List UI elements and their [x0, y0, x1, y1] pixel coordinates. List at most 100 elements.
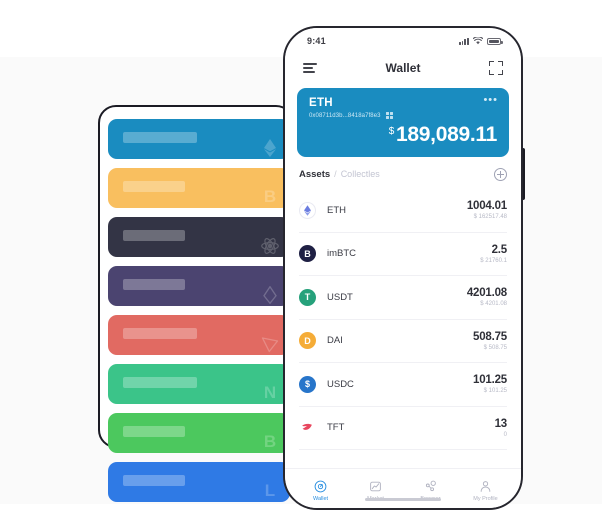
asset-values: 2.5 $ 21760.1	[480, 244, 507, 264]
asset-values: 13 0	[494, 417, 508, 438]
wallet-card[interactable]	[108, 266, 290, 306]
wallet-card-list: B N B L	[108, 119, 290, 502]
hamburger-menu-icon[interactable]	[303, 63, 317, 73]
scan-qr-icon[interactable]	[489, 61, 503, 75]
wallet-card-label-placeholder	[123, 181, 185, 192]
asset-symbol: USDC	[327, 378, 354, 390]
tab-assets[interactable]: Assets	[299, 169, 330, 180]
asset-fiat-value: $ 508.75	[483, 344, 507, 351]
nav-item-my-profile[interactable]: My Profile	[458, 480, 513, 502]
usdc-token-icon: $	[299, 375, 316, 393]
assets-tabs: Assets / Collectles	[299, 169, 380, 180]
tab-separator: /	[334, 169, 337, 179]
wifi-icon	[473, 37, 483, 45]
asset-symbol: DAI	[327, 335, 343, 347]
app-header: Wallet	[285, 54, 521, 82]
wallet-nav-icon	[314, 480, 327, 493]
home-indicator	[365, 497, 441, 501]
assets-list: ETH 1004.01 $ 162517.48 BimBTC 2.5 $ 21760.1 T…	[285, 189, 521, 468]
nas-icon: N	[263, 383, 277, 402]
asset-amount: 13	[494, 417, 508, 430]
wallet-card[interactable]: N	[108, 364, 290, 404]
asset-values: 1004.01 $ 162517.48	[467, 200, 507, 220]
asset-values: 101.25 $ 101.25	[473, 374, 507, 394]
asset-symbol: USDT	[327, 291, 353, 303]
wallet-card-label-placeholder	[123, 475, 185, 486]
usdt-token-icon: T	[299, 288, 316, 306]
bottom-navigation: WalletMarketBrowserMy Profile	[285, 468, 521, 508]
asset-fiat-value: $ 101.25	[483, 388, 507, 395]
nav-item-label: My Profile	[473, 495, 498, 502]
wallet-card-label-placeholder	[123, 132, 197, 143]
wallet-address-row[interactable]: 0x08711d3b...8418a7f8e3	[309, 112, 497, 119]
asset-row[interactable]: TFT 13 0	[299, 407, 508, 450]
wallet-total-balance: $ 189,089.11	[309, 123, 498, 147]
ltc-icon: L	[264, 481, 276, 500]
cellular-signal-icon	[458, 37, 469, 45]
wallet-symbol: ETH	[309, 97, 333, 109]
browser-nav-icon	[424, 480, 437, 493]
wallet-card[interactable]	[108, 315, 290, 355]
wallet-card[interactable]	[108, 119, 290, 159]
asset-symbol: imBTC	[327, 248, 357, 260]
status-bar-time: 9:41	[307, 36, 326, 46]
profile-nav-icon	[479, 480, 492, 493]
asset-values: 508.75 $ 508.75	[473, 331, 507, 351]
page-title: Wallet	[385, 61, 421, 75]
currency-symbol: $	[388, 126, 395, 137]
wallet-card-label-placeholder	[123, 328, 197, 339]
assets-tabs-row: Assets / Collectles	[285, 157, 521, 189]
atom-icon	[253, 229, 287, 257]
asset-fiat-value: $ 162517.48	[473, 214, 507, 221]
status-bar: 9:41	[285, 28, 521, 54]
background-bottom-band	[0, 504, 602, 532]
eth-diamond-icon	[253, 131, 287, 159]
wallet-card-label-placeholder	[123, 279, 185, 290]
asset-amount: 508.75	[473, 330, 507, 343]
tron-icon	[253, 327, 287, 355]
asset-values: 4201.08 $ 4201.08	[467, 287, 507, 307]
wallet-card-label-placeholder	[123, 230, 185, 241]
add-token-icon[interactable]	[494, 168, 507, 181]
more-options-icon[interactable]: •••	[483, 95, 498, 106]
asset-fiat-value: $ 21760.1	[480, 257, 507, 264]
asset-row[interactable]: BimBTC 2.5 $ 21760.1	[299, 233, 507, 276]
asset-amount: 1004.01	[466, 200, 507, 213]
asset-row[interactable]: ETH 1004.01 $ 162517.48	[299, 189, 507, 233]
battery-icon	[487, 37, 503, 45]
nav-item-wallet[interactable]: Wallet	[293, 480, 348, 502]
eos-droplet-icon	[253, 278, 287, 306]
wallet-card[interactable]	[108, 217, 290, 257]
wallet-address: 0x08711d3b...8418a7f8e3	[309, 112, 381, 119]
asset-symbol: TFT	[327, 422, 345, 434]
asset-fiat-value: 0	[503, 431, 507, 438]
wallet-balance-card[interactable]: ••• ETH 0x08711d3b...8418a7f8e3 $ 189,08…	[297, 88, 509, 157]
wallet-card[interactable]: L	[108, 462, 290, 502]
asset-fiat-value: $ 4201.08	[480, 301, 507, 308]
eth-token-icon	[299, 201, 316, 219]
balance-amount: 189,089.11	[396, 123, 497, 146]
wallet-card[interactable]: B	[108, 168, 290, 208]
btc-icon: B	[263, 187, 277, 206]
asset-row[interactable]: T USDT 4201.08 $ 4201.08	[299, 276, 507, 320]
wallet-card-label-placeholder	[123, 377, 197, 388]
asset-symbol: ETH	[327, 204, 346, 216]
asset-amount: 2.5	[491, 243, 508, 256]
phone-device: 9:41 Wallet ••• ETH 0x08711d3b...8418a7f…	[283, 26, 523, 510]
tab-collectibles[interactable]: Collectles	[341, 169, 380, 179]
phone-screen: 9:41 Wallet ••• ETH 0x08711d3b...8418a7f…	[285, 28, 521, 508]
asset-amount: 101.25	[473, 374, 507, 387]
qr-code-icon[interactable]	[385, 112, 393, 119]
tft-token-icon	[299, 419, 316, 437]
wallet-card[interactable]: B	[108, 413, 290, 453]
imbtc-token-icon: B	[299, 245, 316, 263]
nav-item-label: Wallet	[312, 495, 329, 502]
asset-row[interactable]: $ USDC 101.25 $ 101.25	[299, 363, 507, 407]
asset-amount: 4201.08	[466, 287, 507, 300]
market-nav-icon	[369, 480, 382, 493]
dai-token-icon: D	[299, 332, 316, 350]
asset-row[interactable]: D DAI 508.75 $ 508.75	[299, 320, 507, 363]
bch-icon: B	[263, 432, 277, 451]
status-bar-icons	[458, 37, 503, 45]
wallet-card-label-placeholder	[123, 426, 185, 437]
